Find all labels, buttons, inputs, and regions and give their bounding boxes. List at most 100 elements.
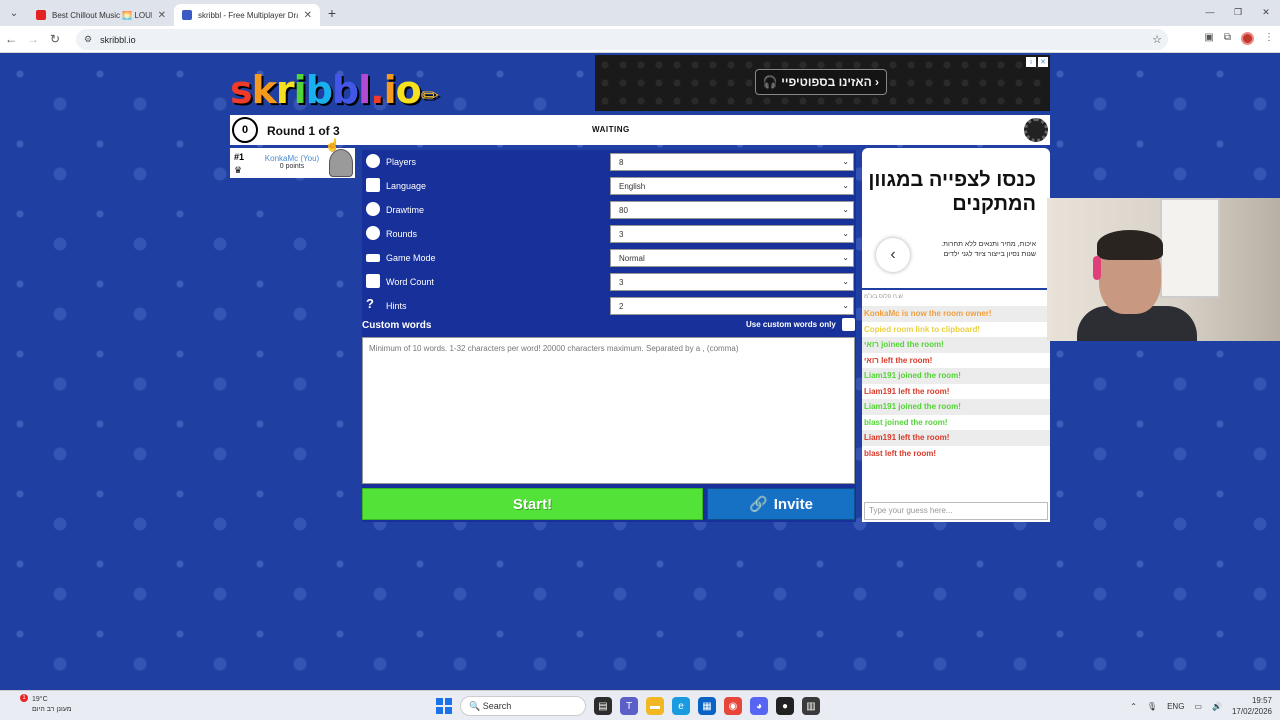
chat-message: רואי left the room! xyxy=(864,355,933,365)
players-icon xyxy=(366,154,380,168)
language-indicator[interactable]: ENG xyxy=(1167,702,1184,711)
url-text: skribbl.io xyxy=(100,34,136,45)
microphone-icon[interactable]: 🎙 xyxy=(1147,702,1157,711)
teams-icon[interactable]: T xyxy=(620,697,638,715)
word-count-select[interactable]: 3 ⌄ xyxy=(610,273,854,291)
task-view-icon[interactable]: ▤ xyxy=(594,697,612,715)
clock-icon xyxy=(366,202,380,216)
guess-input[interactable]: Type your guess here... xyxy=(864,502,1048,520)
spotify-ad-button[interactable]: 🎧 האזינו בספוטיפיי › xyxy=(755,69,887,95)
setting-game-mode: Game Mode Normal ⌄ xyxy=(362,248,856,268)
chat-message: KonkaMc is now the room owner! xyxy=(862,306,1050,322)
link-icon: 🔗 xyxy=(749,496,768,513)
reload-icon[interactable]: ↻ xyxy=(44,32,66,46)
back-icon[interactable]: ← xyxy=(0,32,22,46)
start-button[interactable]: Start! xyxy=(362,488,703,520)
browser-toolbar: ▣ ⧉ ⋮ xyxy=(1204,32,1274,45)
extension-icon[interactable]: ▣ xyxy=(1204,32,1213,45)
setting-rounds: Rounds 3 ⌄ xyxy=(362,224,856,244)
discord-icon[interactable]: ◕ xyxy=(750,697,768,715)
file-explorer-icon[interactable]: ▬ xyxy=(646,697,664,715)
chevron-down-icon: ⌄ xyxy=(842,205,849,214)
round-indicator: Round 1 of 3 xyxy=(267,124,340,138)
obs-icon[interactable]: ● xyxy=(776,697,794,715)
chevron-left-icon[interactable]: ‹ xyxy=(876,238,910,272)
top-ad-banner[interactable]: 🎧 האזינו בספוטיפיי › i ✕ xyxy=(595,55,1050,111)
setting-label: Game Mode xyxy=(386,253,436,263)
browser-tab-music[interactable]: Best Chillout Music 🌅 LOUNGE ✕ xyxy=(28,4,174,26)
players-select[interactable]: 8 ⌄ xyxy=(610,153,854,171)
tab-search-icon[interactable]: ⌄ xyxy=(0,0,28,26)
edge-icon[interactable]: e xyxy=(672,697,690,715)
skribbl-logo[interactable]: skribbl.io✏ xyxy=(230,68,439,112)
drawtime-select[interactable]: 80 ⌄ xyxy=(610,201,854,219)
setting-drawtime: Drawtime 80 ⌄ xyxy=(362,200,856,220)
store-icon[interactable]: ▦ xyxy=(698,697,716,715)
chat-message: Copied room link to clipboard! xyxy=(864,324,980,334)
ad-close-icon[interactable]: ✕ xyxy=(1038,57,1048,67)
chevron-down-icon: ⌄ xyxy=(842,181,849,190)
weather-widget[interactable]: 1 19°C מעונן רב היום xyxy=(14,694,72,715)
game-mode-select[interactable]: Normal ⌄ xyxy=(610,249,854,267)
game-status: WAITING xyxy=(592,125,630,134)
invite-label: Invite xyxy=(773,495,813,513)
browser-tab-skribbl[interactable]: skribbl - Free Multiplayer Draw ✕ xyxy=(174,4,320,26)
tab-title: skribbl - Free Multiplayer Draw xyxy=(198,10,298,20)
chevron-down-icon: ⌄ xyxy=(842,157,849,166)
language-select[interactable]: English ⌄ xyxy=(610,177,854,195)
setting-label: Rounds xyxy=(386,229,418,239)
invite-button[interactable]: 🔗 Invite xyxy=(707,488,855,520)
system-tray: ⌃ 🎙 ENG ▭ 🔊 19:57 17/02/2026 xyxy=(1130,695,1272,717)
ad-info-icon[interactable]: i xyxy=(1026,57,1036,67)
avatar xyxy=(329,149,353,177)
taskbar-search[interactable]: 🔍 Search xyxy=(460,696,586,716)
site-info-icon[interactable]: ⚙ xyxy=(84,34,92,45)
forward-icon[interactable]: → xyxy=(22,32,44,46)
tray-chevron-icon[interactable]: ⌃ xyxy=(1130,702,1137,711)
custom-words-textarea[interactable]: Minimum of 10 words. 1-32 characters per… xyxy=(362,337,855,484)
close-window-icon[interactable]: ✕ xyxy=(1252,0,1280,24)
webcam-window xyxy=(1160,198,1220,298)
select-value: Normal xyxy=(619,254,645,263)
chevron-down-icon: ⌄ xyxy=(842,277,849,286)
more-menu-icon[interactable]: ⋮ xyxy=(1264,32,1274,45)
close-tab-icon[interactable]: ✕ xyxy=(158,10,166,21)
minimize-icon[interactable]: — xyxy=(1196,0,1224,24)
chat-message: Liam191 joined the room! xyxy=(862,399,1050,415)
side-ad[interactable]: כנסו לצפייה במגוון המתקנים איכות, מחיר ו… xyxy=(862,148,1050,288)
chevron-down-icon: ⌄ xyxy=(842,301,849,310)
search-label: Search xyxy=(482,701,512,711)
chat-message: Liam191 joined the room! xyxy=(862,368,1050,384)
chat-message: Liam191 left the room! xyxy=(864,386,950,396)
extensions-puzzle-icon[interactable]: ⧉ xyxy=(1224,32,1231,45)
chevron-down-icon: ⌄ xyxy=(842,253,849,262)
network-icon[interactable]: ▭ xyxy=(1194,702,1202,711)
chat-message: רואי joined the room! xyxy=(862,337,1050,353)
setting-hints: ? Hints 2 ⌄ xyxy=(362,296,856,316)
chrome-icon[interactable]: ◉ xyxy=(724,697,742,715)
url-field[interactable]: ⚙ skribbl.io ☆ xyxy=(76,29,1168,50)
profile-avatar[interactable] xyxy=(1241,32,1254,45)
app-icon[interactable]: ▥ xyxy=(802,697,820,715)
clock[interactable]: 19:57 17/02/2026 xyxy=(1232,695,1272,717)
select-value: English xyxy=(619,182,646,191)
maximize-icon[interactable]: ❐ xyxy=(1224,0,1252,24)
new-tab-button[interactable]: + xyxy=(320,5,344,21)
rounds-select[interactable]: 3 ⌄ xyxy=(610,225,854,243)
hints-select[interactable]: 2 ⌄ xyxy=(610,297,854,315)
player-list-item: #1 ♛ KonkaMc (You) 0 points xyxy=(230,148,355,178)
ad-description: איכות, מחיר ותנאים ללא תחרות. שנות נסיון… xyxy=(941,241,1036,258)
chat-sponsor-text: ש.ח פלוס בע"מ xyxy=(864,294,903,300)
bookmark-star-icon[interactable]: ☆ xyxy=(1152,33,1162,46)
setting-word-count: Word Count 3 ⌄ xyxy=(362,272,856,292)
chat-panel: ש.ח פלוס בע"מ KonkaMc is now the room ow… xyxy=(862,290,1050,522)
volume-icon[interactable]: 🔊 xyxy=(1212,702,1222,711)
address-bar-row: ← → ↻ ⚙ skribbl.io ☆ ▣ ⧉ ⋮ xyxy=(0,26,1280,53)
custom-words-only-checkbox[interactable] xyxy=(842,318,855,331)
close-tab-icon[interactable]: ✕ xyxy=(304,10,312,21)
player-name: KonkaMc (You) xyxy=(264,154,320,163)
windows-start-icon[interactable] xyxy=(436,698,452,714)
lobby-settings-panel: Players 8 ⌄ Language English ⌄ Drawtime 80… xyxy=(362,150,856,522)
gear-icon[interactable] xyxy=(1024,118,1048,142)
custom-words-only-label: Use custom words only xyxy=(746,320,836,329)
